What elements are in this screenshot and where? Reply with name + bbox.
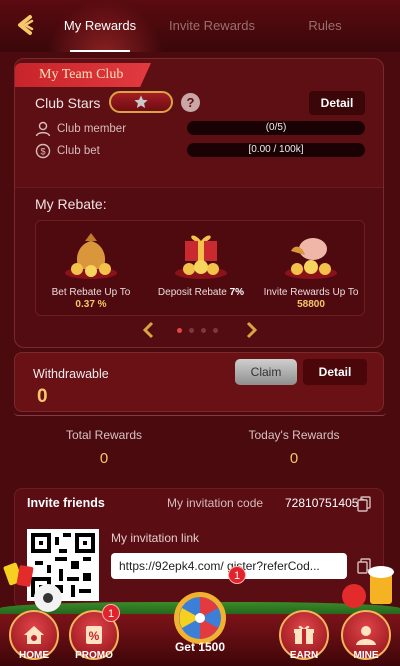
pager-dot[interactable] [177,328,182,333]
get-bonus-label[interactable]: Get 1500 [150,640,250,654]
withdraw-detail-button[interactable]: Detail [303,359,367,385]
total-rewards: Total Rewards 0 [14,428,194,467]
gift-box-icon [146,225,256,281]
home-icon [24,626,44,644]
pager-dot[interactable] [201,328,206,333]
claim-button[interactable]: Claim [235,359,297,385]
bet-rebate-value: 0.37 % [75,299,107,310]
team-club-title: My Team Club [39,67,124,82]
chevron-left-icon[interactable] [141,321,157,339]
club-bet-label: Club bet [57,145,100,157]
user-icon [356,626,376,645]
club-stars-label: Club Stars [35,95,101,111]
rewards-totals: Total Rewards 0 Today's Rewards 0 [14,420,386,482]
pager-dot[interactable] [189,328,194,333]
soccer-decoration-icon [3,562,62,612]
nav-promo-button[interactable]: % PROMO 1 [66,604,122,661]
promo-badge: 1 [102,604,120,622]
club-bet-row: $ Club bet [35,143,100,159]
invite-rewards-label: Invite Rewards Up To [263,287,359,298]
deposit-rebate-item: Deposit Rebate 7% [146,225,256,299]
withdrawable-value: 0 [37,386,48,407]
club-member-label: Club member [57,123,127,135]
member-icon [35,121,51,137]
invite-code: 728107514052 [285,496,366,510]
invite-rewards-value: 58800 [297,299,325,310]
invite-title: Invite friends [27,496,105,510]
deposit-rebate-label: Deposit Rebate [157,287,227,298]
nav-mine-label: MINE [353,650,379,661]
promo-icon: % [86,626,102,644]
svg-text:%: % [89,629,100,643]
invite-rewards-item: Invite Rewards Up To 58800 [256,225,366,311]
tab-rules[interactable]: Rules [290,0,360,52]
gift-icon [294,625,314,644]
todays-rewards-value: 0 [289,450,299,467]
total-rewards-value: 0 [99,450,109,467]
bet-coin-icon: $ [35,143,51,159]
rebate-carousel: Bet Rebate Up To 0.37 % Deposit Rebate 7… [35,220,365,316]
wheel-badge: 1 [228,566,246,584]
team-club-card: My Team Club Club Stars ? Detail Club me… [14,58,384,348]
svg-text:$: $ [40,147,45,157]
back-arrow-icon [18,15,34,35]
rebate-pager [15,321,383,339]
tab-my-rewards[interactable]: My Rewards [50,0,150,52]
bet-rebate-label: Bet Rebate Up To [51,287,131,298]
team-club-banner: My Team Club [15,63,151,87]
nav-promo-label: PROMO [75,650,113,661]
tab-invite-rewards[interactable]: Invite Rewards [160,0,264,52]
bet-rebate-item: Bet Rebate Up To 0.37 % [36,225,146,311]
withdrawable-label: Withdrawable [33,367,109,381]
total-rewards-label: Total Rewards [65,428,143,442]
copy-icon[interactable] [357,496,371,512]
star-icon [134,95,148,108]
nav-earn-button[interactable]: EARN [276,610,332,661]
deposit-rebate-value: 7% [229,287,245,298]
club-member-row: Club member [35,121,126,137]
nav-earn-label: EARN [289,650,319,661]
top-bar: My Rewards Invite Rewards Rules [0,0,400,52]
back-button[interactable] [12,12,38,38]
club-bet-progress: [0.00 / 100k] [187,143,365,157]
money-bag-icon [36,225,146,281]
todays-rewards-label: Today's Rewards [248,428,340,442]
nav-mine-button[interactable]: MINE [338,610,394,661]
invite-code-label: My invitation code [167,496,264,510]
nav-home-label: HOME [19,650,49,661]
bottom-navigation: HOME % PROMO 1 1 Get 1500 EARN MINE [0,562,400,666]
club-stars-badge [109,91,173,113]
chevron-right-icon[interactable] [243,321,259,339]
section-divider [14,412,386,416]
withdrawable-card: Withdrawable 0 Claim Detail [14,352,384,412]
club-member-progress: (0/5) [187,121,365,135]
piggy-bank-icon [256,225,366,281]
invite-link-label: My invitation link [111,531,200,545]
pager-dot[interactable] [213,328,218,333]
help-icon[interactable]: ? [181,93,200,112]
rebate-section: My Rebate: Bet Rebate Up To 0.37 % Depos… [15,187,383,347]
club-detail-button[interactable]: Detail [309,91,365,115]
todays-rewards: Today's Rewards 0 [204,428,384,467]
nav-home-button[interactable]: HOME [6,610,62,661]
rebate-title: My Rebate: [35,196,107,212]
lucky-wheel-icon[interactable] [162,588,238,648]
